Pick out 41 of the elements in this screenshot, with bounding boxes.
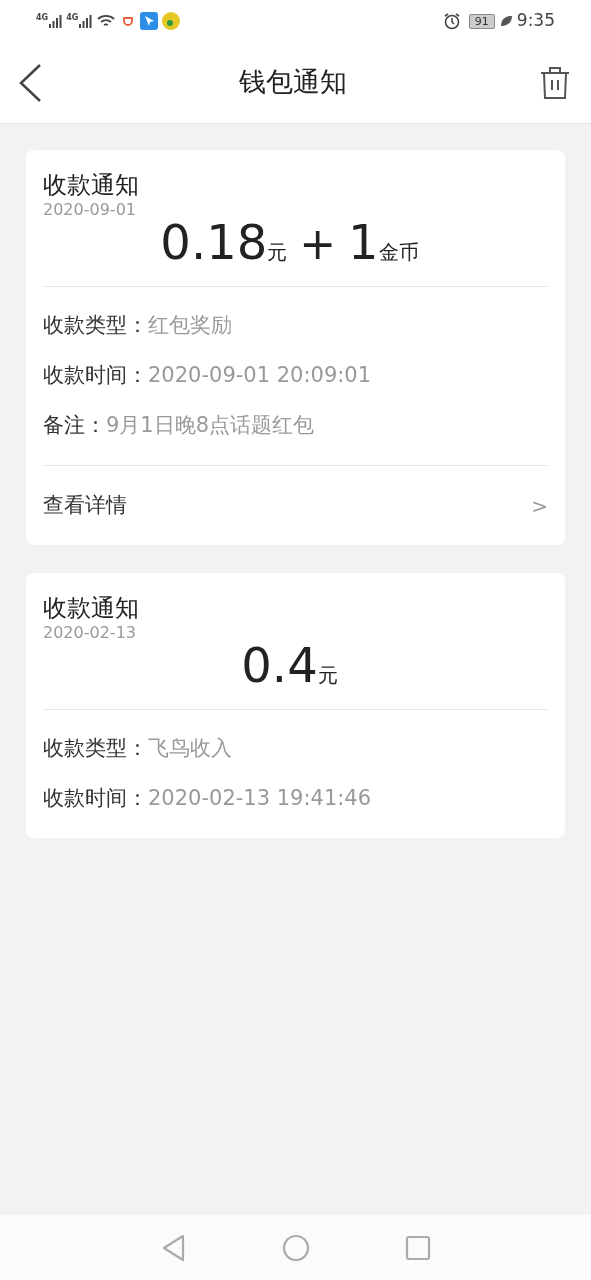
back-nav-icon[interactable] — [160, 1233, 187, 1262]
wifi-icon — [96, 13, 117, 29]
home-nav-icon[interactable] — [281, 1233, 310, 1262]
field-label: 备注： — [43, 412, 106, 440]
card-date: 2020-09-01 — [43, 200, 137, 220]
link-label: 查看详情 — [43, 491, 127, 519]
chevron-icon: > — [531, 490, 548, 521]
field-label: 收款类型： — [43, 735, 148, 763]
leaf-icon — [498, 14, 513, 28]
field-label: 收款类型： — [43, 312, 148, 340]
field-value: 飞鸟收入 — [148, 735, 232, 763]
battery-indicator: 91 — [468, 13, 495, 29]
page-title: 钱包通知 — [238, 65, 347, 100]
plus-sign: + — [299, 222, 337, 266]
back-icon — [18, 62, 42, 103]
signal-icon — [48, 14, 63, 28]
amount-unit: 元 — [267, 242, 288, 262]
field-value: 9月1日晚8点话题红包 — [106, 412, 315, 440]
card-date: 2020-02-13 — [43, 623, 137, 643]
amount-number: 0.18 — [160, 218, 268, 266]
field-value: 2020-09-01 20:09:01 — [148, 362, 372, 390]
amount-unit: 金币 — [378, 242, 419, 262]
signal-icon — [78, 14, 93, 28]
recents-nav-icon[interactable] — [404, 1234, 431, 1261]
bird-app-icon — [140, 12, 159, 30]
amount-number: 0.4 — [241, 641, 318, 689]
field-label: 收款时间： — [43, 785, 148, 813]
music-app-icon — [162, 12, 181, 30]
network-type: 4G — [36, 14, 49, 22]
amount-number: 1 — [348, 218, 379, 266]
card-title: 收款通知 — [43, 593, 140, 623]
field-value: 2020-02-13 19:41:46 — [148, 785, 372, 813]
trash-icon — [539, 65, 571, 100]
network-type: 4G — [66, 14, 79, 22]
clock-time: 9:35 — [516, 9, 555, 33]
alarm-icon — [442, 12, 461, 30]
field-label: 收款时间： — [43, 362, 148, 390]
field-value: 红包奖励 — [148, 312, 232, 340]
card-title: 收款通知 — [43, 170, 140, 200]
amount-unit: 元 — [317, 665, 338, 685]
view-details-link[interactable]: 查看详情 > — [43, 465, 548, 545]
